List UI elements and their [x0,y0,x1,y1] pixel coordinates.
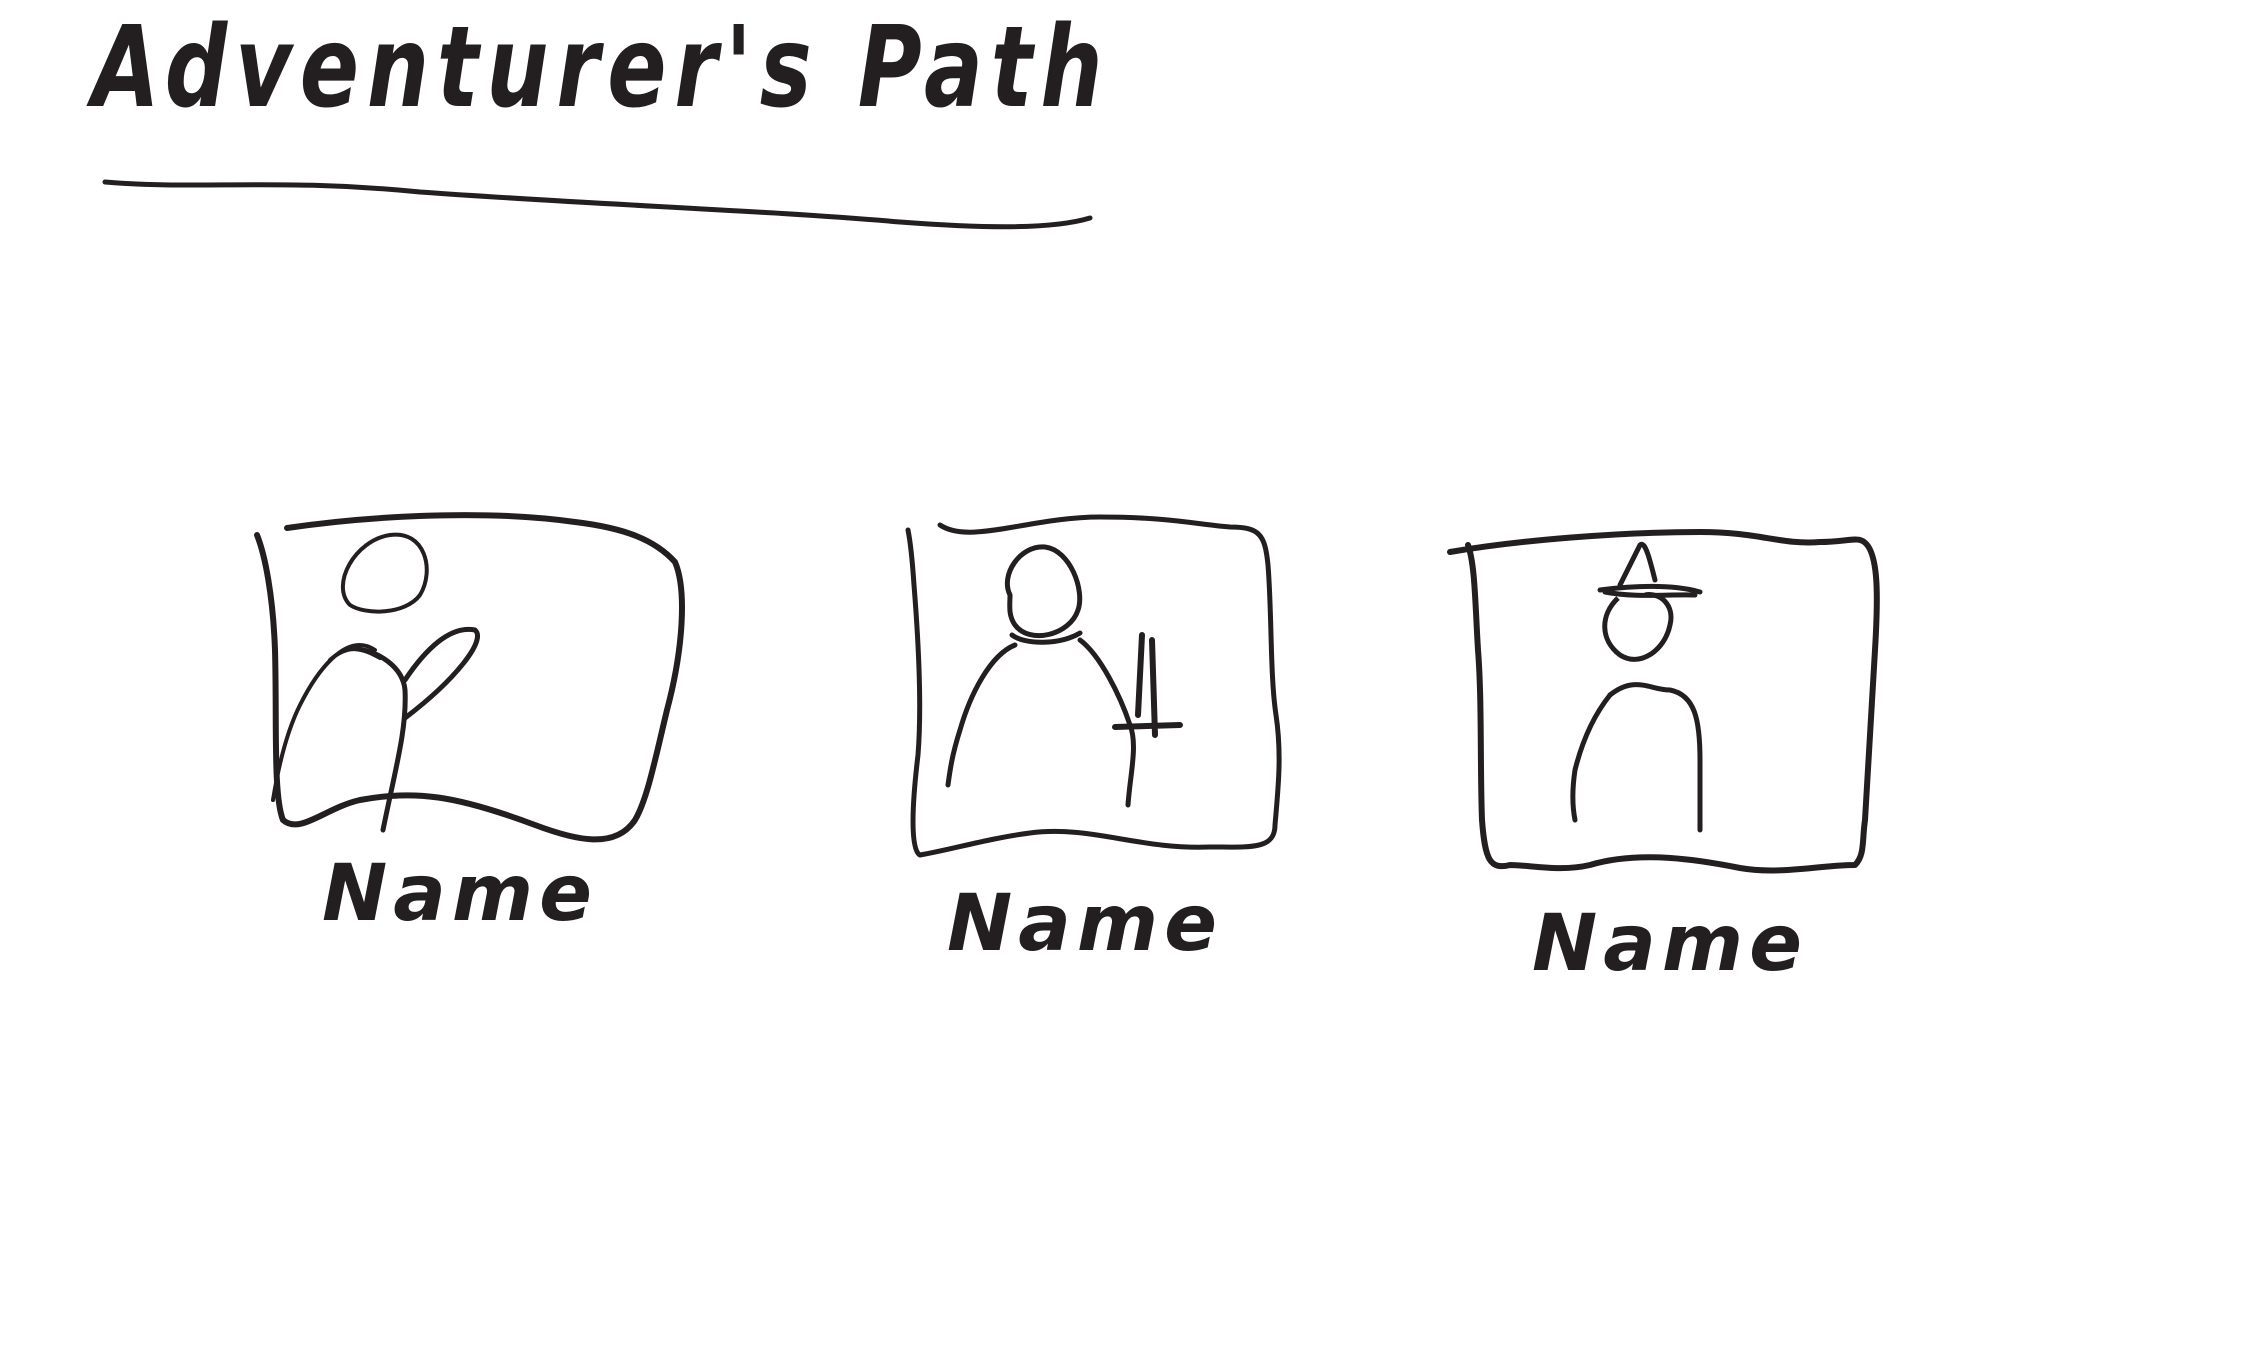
wizard-avatar-icon [1447,529,1880,874]
character-card-1[interactable]: Name [254,500,695,980]
sketch-canvas: Adventurer's Path Name Name Name [0,0,2250,1350]
swordsman-avatar-icon [905,514,1282,858]
character-card-2[interactable]: Name [890,505,1330,985]
character-name-1: Name [321,849,599,939]
character-card-3[interactable]: Name [1447,520,1900,1000]
archer-avatar-icon [254,512,685,843]
character-name-3: Name [1531,899,1809,989]
character-name-2: Name [946,879,1224,969]
title-underline [102,179,1093,230]
